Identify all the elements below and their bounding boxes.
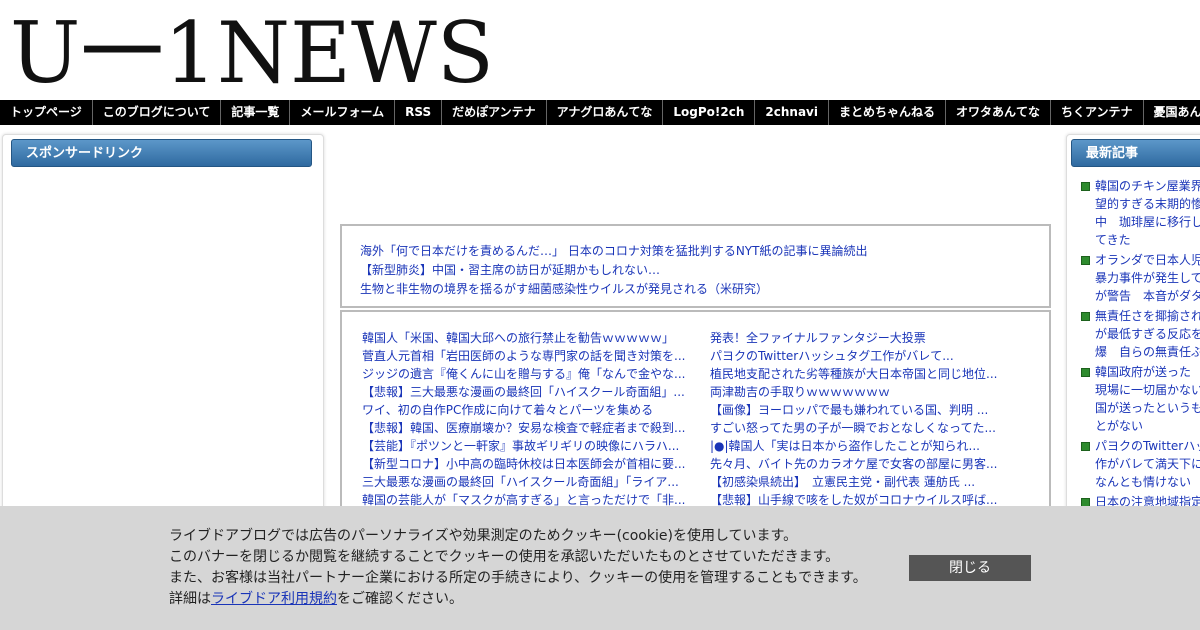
nav-item[interactable]: RSS xyxy=(395,100,443,125)
site-logo-text: U一1NEWS xyxy=(10,4,494,94)
nav-item[interactable]: アナグロあんてな xyxy=(547,100,664,125)
recent-article-line: 韓国のチキン屋業界 xyxy=(1095,179,1200,193)
cookie-line: ライブドアブログでは広告のパーソナライズや効果測定のためクッキー(cookie)… xyxy=(169,528,798,544)
left-sidebar: スポンサードリンク xyxy=(2,134,324,514)
top-link[interactable]: 【新型肺炎】中国・習主席の訪日が延期かもしれない… xyxy=(360,261,1049,280)
related-links-box: 韓国人「米国、韓国大邱への旅行禁止を勧告ｗｗｗｗｗ」 菅直人元首相「岩田医師のよう… xyxy=(340,310,1051,510)
top-link[interactable]: 生物と非生物の境界を揺るがす細菌感染性ウイルスが発見される（米研究） xyxy=(360,280,1049,299)
nav-item[interactable]: 2chnavi xyxy=(755,100,829,125)
main-nav: トップページ このブログについて 記事一覧 メールフォーム RSS だめぽアンテナ アナグロ… xyxy=(0,100,1200,125)
recent-article-line: が警告 本音がダタ xyxy=(1095,289,1200,303)
cookie-line: また、お客様は当社パートナー企業における所定の手続きにより、クッキーの使用を管理… xyxy=(169,570,867,586)
nav-item[interactable]: だめぽアンテナ xyxy=(442,100,547,125)
site-logo[interactable]: U一1NEWS xyxy=(10,4,510,94)
sponsor-header: スポンサードリンク xyxy=(11,139,312,167)
related-link[interactable]: 【新型コロナ】小中高の臨時休校は日本医師会が首相に要... xyxy=(362,455,692,473)
related-link[interactable]: パヨクのTwitterハッシュタグ工作がバレて... xyxy=(710,347,1010,365)
top-link[interactable]: 海外「何で日本だけを責めるんだ…」 日本のコロナ対策を猛批判するNYT紙の記事に… xyxy=(360,242,1049,261)
cookie-line: 詳細はライブドア利用規約をご確認ください。 xyxy=(169,589,867,610)
related-link[interactable]: 発表！全ファイナルファンタジー大投票 xyxy=(710,329,1010,347)
related-link[interactable]: 菅直人元首相「岩田医師のような専門家の話を聞き対策を... xyxy=(362,347,692,365)
recent-article-line: 現場に一切届かない xyxy=(1095,383,1200,397)
nav-item[interactable]: このブログについて xyxy=(93,100,222,125)
recent-article-line: とがない xyxy=(1095,419,1144,433)
related-link[interactable]: 【芸能】『ポツンと一軒家』事故ギリギリの映像にハラハ... xyxy=(362,437,692,455)
nav-item[interactable]: トップページ xyxy=(0,100,93,125)
related-link[interactable]: 三大最悪な漫画の最終回「ハイスクール奇面組」「ライア... xyxy=(362,473,692,491)
recent-article-line: オランダで日本人児 xyxy=(1095,253,1200,267)
recent-article-line: 韓国政府が送った xyxy=(1095,365,1192,379)
cookie-detail-suffix: をご確認ください。 xyxy=(337,591,463,607)
recent-article-item[interactable]: オランダで日本人児 暴力事件が発生して が警告 本音がダタ xyxy=(1081,251,1200,305)
nav-item[interactable]: LogPo!2ch xyxy=(663,100,756,125)
recent-article-line: パヨクのTwitterハッ xyxy=(1095,439,1200,453)
related-link[interactable]: ジッジの遺言『俺くんに山を贈与する』俺「なんで金やな... xyxy=(362,365,692,383)
recent-article-line: てきた xyxy=(1095,233,1131,247)
nav-item[interactable]: ちくアンテナ xyxy=(1051,100,1144,125)
related-link[interactable]: ワイ、初の自作PC作成に向けて着々とパーツを集める xyxy=(362,401,692,419)
cookie-banner: ライブドアブログでは広告のパーソナライズや効果測定のためクッキー(cookie)… xyxy=(0,506,1200,630)
recent-article-item[interactable]: 韓国のチキン屋業界 望的すぎる末期的惨中 珈琲屋に移行し てきた xyxy=(1081,177,1200,249)
recent-article-line: 爆 自らの無責任ぶ xyxy=(1095,345,1200,359)
related-link[interactable]: 【悲報】韓国、医療崩壊か？安易な検査で軽症者まで殺到... xyxy=(362,419,692,437)
recent-article-line: 中 珈琲屋に移行し xyxy=(1095,215,1200,229)
recent-article-line: 国が送ったというも xyxy=(1095,401,1200,415)
recent-article-item[interactable]: 無責任さを揶揄され が最低すぎる反応を爆 自らの無責任ぶ xyxy=(1081,307,1200,361)
right-sidebar: 最新記事 韓国のチキン屋業界 望的すぎる末期的惨中 珈琲屋に移行し てきた オランダで… xyxy=(1066,134,1200,514)
nav-item[interactable]: 憂国あんてな xyxy=(1144,100,1200,125)
close-button[interactable]: 閉じる xyxy=(909,555,1031,581)
nav-item[interactable]: まとめちゃんねる xyxy=(829,100,946,125)
related-links-right: 発表！全ファイナルファンタジー大投票 パヨクのTwitterハッシュタグ工作がバレ… xyxy=(710,329,1010,509)
recent-article-line: 暴力事件が発生して xyxy=(1095,271,1200,285)
recent-article-item[interactable]: 韓国政府が送った 現場に一切届かない 国が送ったというも とがない xyxy=(1081,363,1200,435)
cookie-text: ライブドアブログでは広告のパーソナライズや効果測定のためクッキー(cookie)… xyxy=(169,526,867,610)
cookie-line: このバナーを閉じるか閲覧を継続することでクッキーの使用を承認いただいたものとさせ… xyxy=(169,549,840,565)
recent-articles-header: 最新記事 xyxy=(1071,139,1200,167)
related-links-left: 韓国人「米国、韓国大邱への旅行禁止を勧告ｗｗｗｗｗ」 菅直人元首相「岩田医師のよう… xyxy=(362,329,692,509)
recent-article-line: なんとも情けない xyxy=(1095,475,1192,489)
terms-link[interactable]: ライブドア利用規約 xyxy=(211,591,337,607)
recent-article-item[interactable]: パヨクのTwitterハッ 作がバレて満天下に なんとも情けない xyxy=(1081,437,1200,491)
related-link[interactable]: 両津勘吉の手取りｗｗｗｗｗｗｗ xyxy=(710,383,1010,401)
related-link[interactable]: 【初感染県続出】 立憲民主党・副代表 蓮舫氏 ... xyxy=(710,473,1010,491)
recent-article-line: 無責任さを揶揄され xyxy=(1095,309,1200,323)
recent-article-line: が最低すぎる反応を xyxy=(1095,327,1200,341)
top-links-box: 海外「何で日本だけを責めるんだ…」 日本のコロナ対策を猛批判するNYT紙の記事に… xyxy=(340,224,1051,308)
recent-article-line: 望的すぎる末期的惨 xyxy=(1095,197,1200,211)
recent-articles-list: 韓国のチキン屋業界 望的すぎる末期的惨中 珈琲屋に移行し てきた オランダで日本人児暴… xyxy=(1081,177,1200,513)
nav-item[interactable]: 記事一覧 xyxy=(221,100,291,125)
related-link[interactable]: |●|韓国人「実は日本から盗作したことが知られ... xyxy=(710,437,1010,455)
related-link[interactable]: 植民地支配された劣等種族が大日本帝国と同じ地位... xyxy=(710,365,1010,383)
cookie-detail-prefix: 詳細は xyxy=(169,591,211,607)
related-link[interactable]: すごい怒ってた男の子が一瞬でおとなしくなってた... xyxy=(710,419,1010,437)
related-link[interactable]: 韓国人「米国、韓国大邱への旅行禁止を勧告ｗｗｗｗｗ」 xyxy=(362,329,692,347)
recent-article-line: 作がバレて満天下に xyxy=(1095,457,1200,471)
related-link[interactable]: 【画像】ヨーロッパで最も嫌われている国、判明 ... xyxy=(710,401,1010,419)
related-link[interactable]: 先々月、バイト先のカラオケ屋で女客の部屋に男客... xyxy=(710,455,1010,473)
related-link[interactable]: 【悲報】三大最悪な漫画の最終回「ハイスクール奇面組」... xyxy=(362,383,692,401)
nav-item[interactable]: オワタあんてな xyxy=(946,100,1052,125)
nav-item[interactable]: メールフォーム xyxy=(290,100,396,125)
